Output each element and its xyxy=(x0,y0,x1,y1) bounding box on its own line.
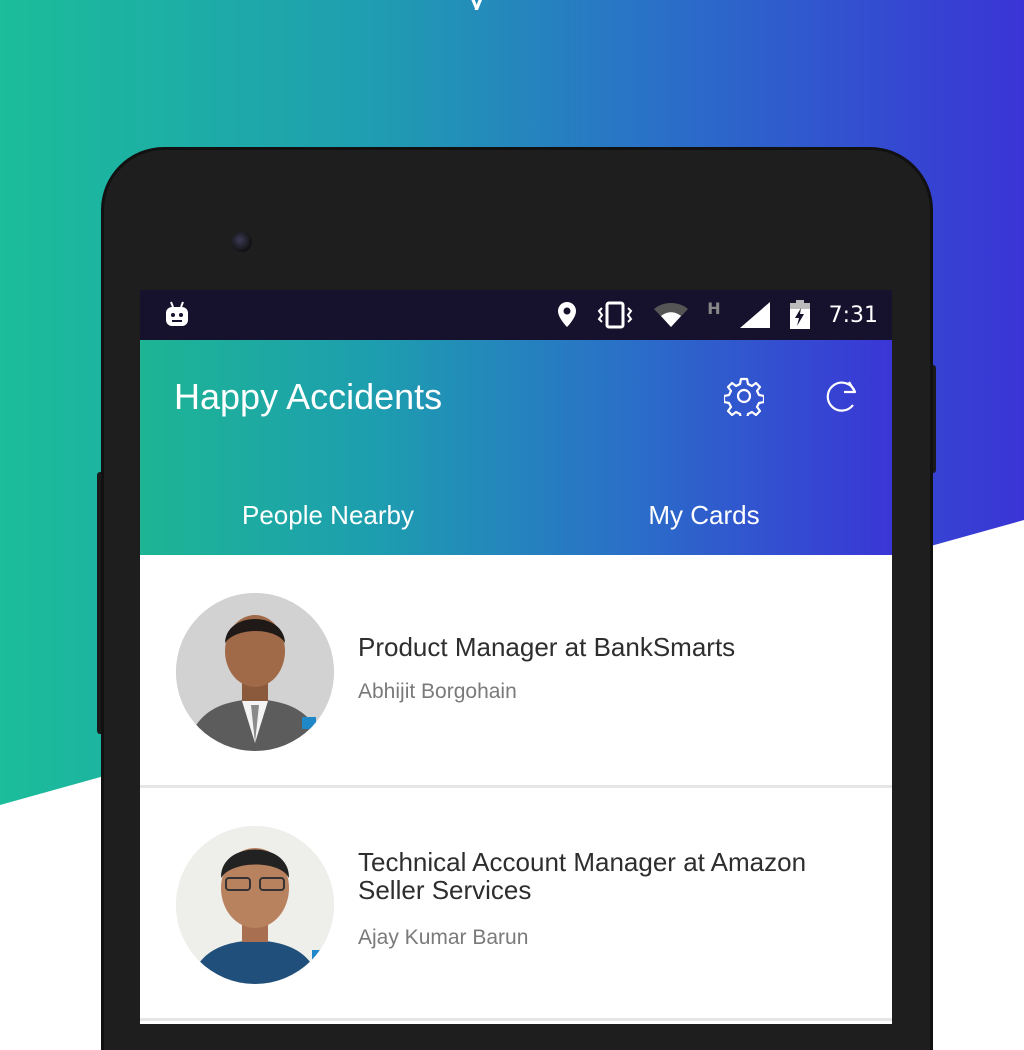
refresh-icon xyxy=(826,381,857,412)
signal-icon xyxy=(739,301,771,329)
wifi-icon xyxy=(653,302,689,328)
status-time: 7:31 xyxy=(828,302,878,328)
avatar xyxy=(176,593,334,751)
tab-my-cards[interactable]: My Cards xyxy=(516,475,892,555)
network-type-indicator: H xyxy=(707,298,721,318)
app-title: Happy Accidents xyxy=(174,376,443,417)
location-icon xyxy=(557,301,577,329)
people-list: Product Manager at BankSmarts Abhijit Bo… xyxy=(140,555,892,1021)
phone-screen: H 7:31 Happy Accidents People Nearby My … xyxy=(140,290,892,1024)
card-name: Abhijit Borgohain xyxy=(358,680,517,703)
tab-people-nearby[interactable]: People Nearby xyxy=(140,475,516,555)
avatar xyxy=(176,826,334,984)
top-text-fragment: y xyxy=(466,0,496,10)
gear-icon xyxy=(724,377,764,416)
status-bar: H 7:31 xyxy=(140,290,892,340)
card-name: Ajay Kumar Barun xyxy=(358,926,529,949)
card-title: Product Manager at BankSmarts xyxy=(358,632,736,662)
front-camera xyxy=(232,232,252,252)
list-item[interactable]: Product Manager at BankSmarts Abhijit Bo… xyxy=(140,555,892,788)
card-title: Technical Account Manager at Amazon Sell… xyxy=(358,847,807,905)
app-header: Happy Accidents People Nearby My Cards xyxy=(140,340,892,604)
battery-charging-icon xyxy=(789,300,811,330)
vibrate-icon xyxy=(595,301,635,329)
refresh-button[interactable] xyxy=(820,374,864,418)
settings-button[interactable] xyxy=(722,374,766,418)
list-item[interactable]: Technical Account Manager at Amazon Sell… xyxy=(140,788,892,1021)
android-debug-icon xyxy=(164,300,190,332)
